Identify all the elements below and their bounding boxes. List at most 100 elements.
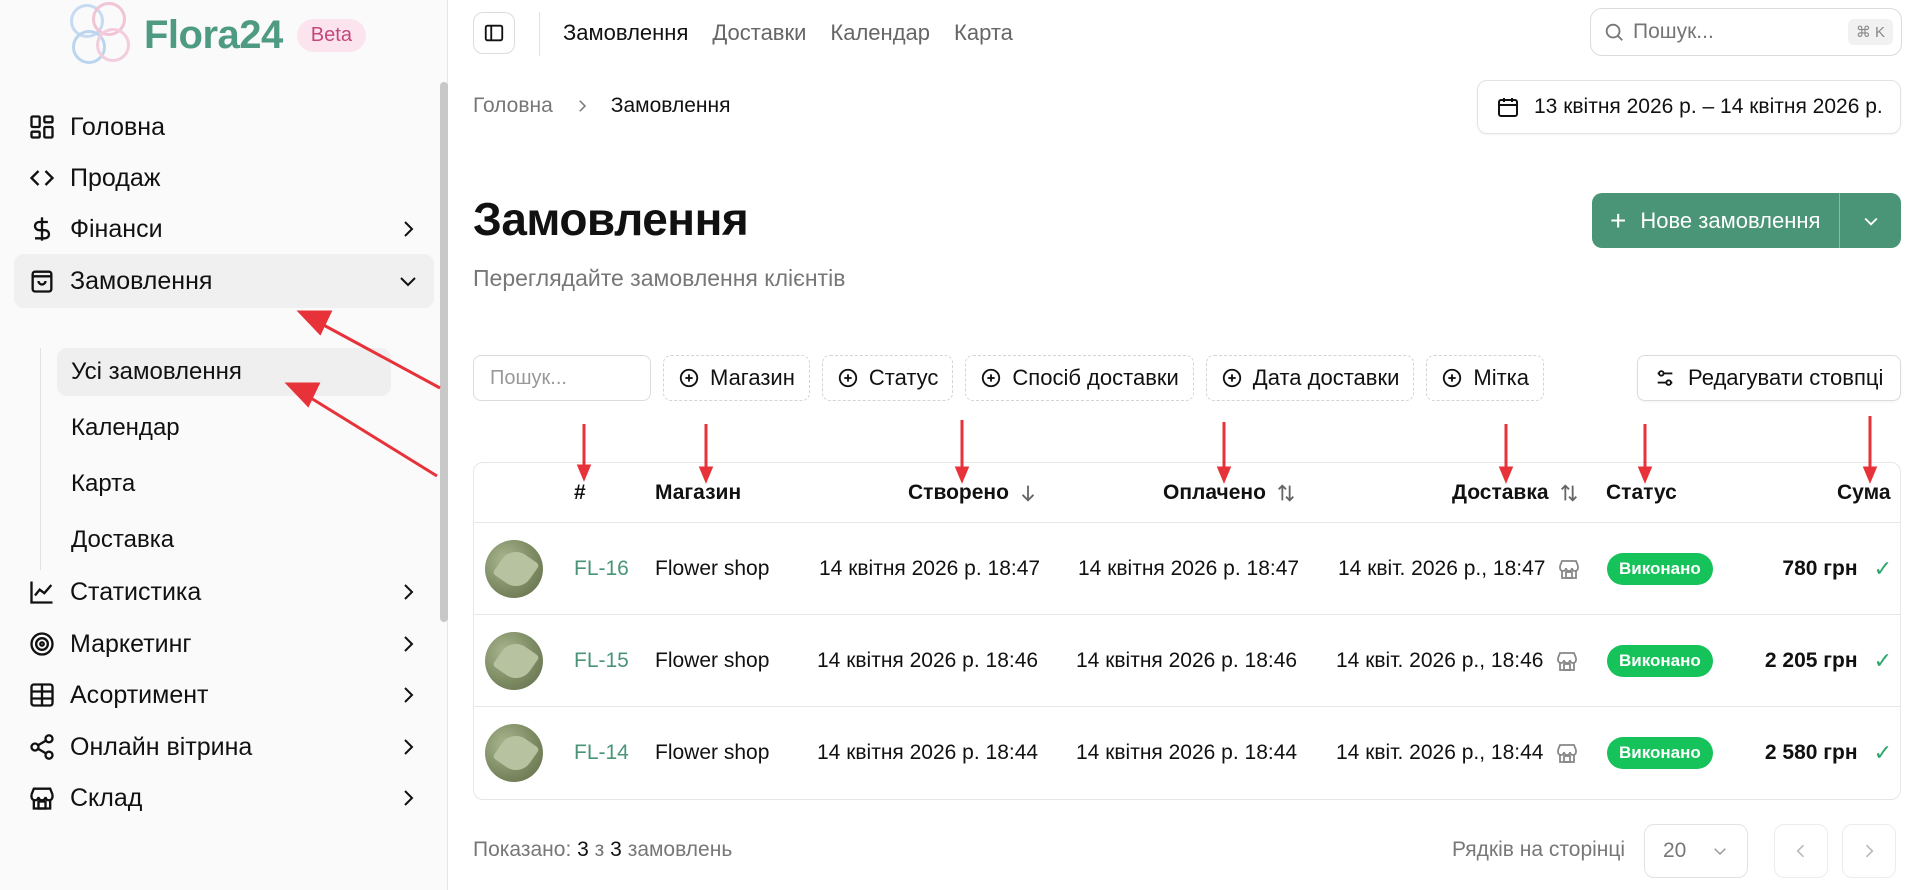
orders-submenu: Усі замовлення Календар Карта Доставка: [40, 348, 391, 570]
filter-delivery-method[interactable]: Спосіб доставки: [965, 355, 1194, 401]
orders-table: # Магазин Створено Оплачено Доставка Ста…: [473, 462, 1901, 800]
plus-circle-icon: [838, 368, 858, 388]
created-date: 14 квітня 2026 р. 18:46: [817, 649, 1039, 672]
filter-label: Магазин: [710, 365, 795, 390]
column-header-label: Доставка: [1452, 481, 1549, 504]
check-icon: ✓: [1873, 648, 1892, 673]
column-header-id: #: [574, 481, 586, 504]
sidebar-item-sales[interactable]: Продаж: [14, 151, 434, 205]
column-header-created[interactable]: Створено: [908, 463, 1039, 523]
chevron-left-icon: [1796, 844, 1805, 858]
logo[interactable]: Flora24 Beta: [66, 0, 366, 70]
tab-orders[interactable]: Замовлення: [563, 20, 688, 46]
filter-status[interactable]: Статус: [821, 355, 954, 401]
store-icon: [1559, 560, 1580, 579]
date-range-text: 13 квітня 2026 р. – 14 квітня 2026 р.: [1534, 95, 1883, 118]
shop-name: Flower shop: [655, 557, 770, 580]
order-id-link[interactable]: FL-14: [574, 707, 629, 799]
product-thumbnail-cell: [485, 523, 543, 615]
column-header-paid[interactable]: Оплачено: [1163, 463, 1298, 523]
table-row[interactable]: FL-14 Flower shop 14 квітня 2026 р. 18:4…: [474, 707, 1900, 799]
sidebar-item-label: Асортимент: [70, 680, 209, 709]
global-search[interactable]: ⌘ K: [1590, 8, 1902, 56]
delivery-date: 14 квіт. 2026 р., 18:44: [1336, 707, 1579, 799]
sidebar-item-home[interactable]: Головна: [14, 100, 434, 154]
page-subtitle: Переглядайте замовлення клієнтів: [473, 265, 846, 291]
order-sum: 2 205 грн: [1764, 649, 1858, 672]
topbar: Замовлення Доставки Календар Карта ⌘ K: [449, 0, 1920, 66]
shown-of: з: [594, 838, 605, 861]
code-icon: [28, 164, 56, 192]
status-badge: Виконано: [1607, 645, 1713, 677]
table-row[interactable]: FL-15 Flower shop 14 квітня 2026 р. 18:4…: [474, 615, 1900, 707]
column-header-label: Створено: [908, 481, 1009, 504]
created-date: 14 квітня 2026 р. 18:47: [819, 557, 1041, 580]
submenu-item-delivery[interactable]: Доставка: [57, 516, 391, 564]
new-order-dropdown-button[interactable]: [1840, 211, 1901, 231]
sidebar-item-finance[interactable]: Фінанси: [14, 202, 434, 256]
date-range-picker[interactable]: 13 квітня 2026 р. – 14 квітня 2026 р.: [1477, 80, 1901, 134]
filter-shop[interactable]: Магазин: [663, 355, 810, 401]
sidebar-item-online-store[interactable]: Онлайн вітрина: [14, 720, 434, 774]
sidebar-item-label: Маркетинг: [70, 629, 192, 658]
shop-name: Flower shop: [655, 741, 770, 764]
breadcrumb-home[interactable]: Головна: [473, 94, 553, 118]
sidebar-item-statistics[interactable]: Статистика: [14, 565, 434, 619]
delivery-date-text: 14 квіт. 2026 р., 18:46: [1336, 649, 1544, 672]
submenu-item-map[interactable]: Карта: [57, 460, 391, 508]
edit-columns-label: Редагувати стовпці: [1688, 365, 1884, 390]
product-thumbnail-cell: [485, 707, 543, 799]
order-id-link[interactable]: FL-15: [574, 615, 629, 707]
shop-name: Flower shop: [655, 649, 770, 672]
filter-tag[interactable]: Мітка: [1426, 355, 1545, 401]
chevron-right-icon: [404, 636, 414, 652]
sidebar-item-marketing[interactable]: Маркетинг: [14, 617, 434, 671]
filter-label: Мітка: [1473, 365, 1530, 390]
column-header-sum: Сума: [1837, 481, 1891, 504]
global-search-input[interactable]: [1633, 20, 1833, 44]
plus-circle-icon: [1443, 368, 1462, 388]
tab-map[interactable]: Карта: [954, 20, 1013, 46]
rows-per-page-select[interactable]: 20: [1644, 824, 1748, 878]
paid-date: 14 квітня 2026 р. 18:44: [1076, 741, 1298, 764]
sum-cell: 2 580 грн ✓: [1734, 707, 1892, 799]
product-thumbnail: [485, 724, 543, 782]
submenu-item-calendar[interactable]: Календар: [57, 404, 391, 452]
filter-delivery-date[interactable]: Дата доставки: [1205, 355, 1415, 401]
next-page-button[interactable]: [1842, 824, 1896, 878]
sidebar-toggle-button[interactable]: [473, 12, 515, 54]
created-date: 14 квітня 2026 р. 18:44: [817, 741, 1039, 764]
logo-icon: [66, 0, 138, 70]
order-id-link[interactable]: FL-16: [574, 523, 629, 615]
new-order-label: Нове замовлення: [1640, 207, 1821, 233]
new-order-button[interactable]: + Нове замовлення: [1592, 193, 1840, 248]
table-row[interactable]: FL-16 Flower shop 14 квітня 2026 р. 18:4…: [474, 523, 1900, 615]
column-header-delivery[interactable]: Доставка: [1452, 463, 1581, 523]
target-icon: [28, 630, 56, 658]
prev-page-button[interactable]: [1774, 824, 1828, 878]
rows-shown-summary: Показано: 3 з 3 замовлень: [473, 838, 732, 862]
tab-deliveries[interactable]: Доставки: [712, 20, 806, 46]
edit-columns-button[interactable]: Редагувати стовпці: [1637, 355, 1901, 401]
delivery-date-text: 14 квіт. 2026 р., 18:44: [1336, 741, 1544, 764]
sum-cell: 780 грн ✓: [1774, 523, 1892, 615]
sidebar-item-orders[interactable]: Замовлення: [14, 254, 434, 308]
divider: [539, 12, 540, 56]
product-thumbnail: [485, 632, 543, 690]
orders-search-input[interactable]: [473, 355, 651, 401]
sidebar-item-label: Фінанси: [70, 214, 163, 243]
chevron-down-icon: [1864, 217, 1877, 226]
sidebar-item-assortment[interactable]: Асортимент: [14, 668, 434, 722]
sidebar-scrollbar[interactable]: [440, 82, 448, 622]
product-thumbnail: [485, 540, 543, 598]
filter-label: Статус: [868, 365, 939, 390]
beta-badge: Beta: [296, 18, 366, 52]
submenu-item-all-orders[interactable]: Усі замовлення: [57, 348, 391, 396]
filter-bar: Магазин Статус Спосіб доставки Дата дост…: [473, 355, 1545, 401]
calendar-icon: [1498, 98, 1518, 117]
top-tabs: Замовлення Доставки Календар Карта: [563, 20, 1013, 46]
chevron-right-icon: [404, 739, 414, 755]
shown-suffix: замовлень: [627, 838, 733, 861]
tab-calendar[interactable]: Календар: [830, 20, 930, 46]
sidebar-item-warehouse[interactable]: Склад: [14, 771, 434, 825]
